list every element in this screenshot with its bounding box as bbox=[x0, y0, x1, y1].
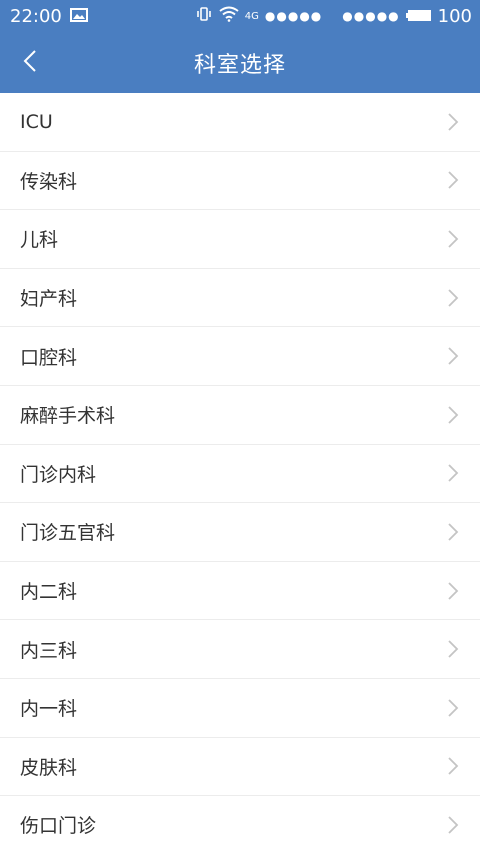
chevron-right-icon bbox=[446, 112, 460, 132]
battery-icon bbox=[405, 6, 432, 27]
department-name: ICU bbox=[20, 110, 53, 133]
list-item[interactable]: 门诊五官科 bbox=[0, 503, 480, 562]
department-name: 内三科 bbox=[20, 639, 78, 662]
department-name: 内二科 bbox=[20, 581, 78, 604]
chevron-right-icon bbox=[446, 522, 460, 542]
page-title: 科室选择 bbox=[193, 52, 286, 78]
chevron-right-icon bbox=[446, 170, 460, 190]
chevron-right-icon bbox=[446, 698, 460, 718]
list-item[interactable]: 传染科 bbox=[0, 151, 480, 211]
list-item[interactable]: 口腔科 bbox=[0, 327, 480, 386]
department-name: 妇产科 bbox=[20, 288, 78, 311]
list-item[interactable]: 内二科 bbox=[0, 561, 480, 621]
department-name: 传染科 bbox=[20, 170, 78, 193]
list-item[interactable]: 麻醉手术科 bbox=[0, 385, 480, 445]
network-type-label: 4G bbox=[244, 10, 259, 22]
list-item[interactable]: 门诊内科 bbox=[0, 444, 480, 504]
department-name: 门诊内科 bbox=[20, 463, 97, 486]
chevron-right-icon bbox=[446, 639, 460, 659]
department-list: ICU 传染科儿科妇产科口腔科麻醉手术科门诊内科门诊五官科内二科内三科内一科皮肤科… bbox=[0, 93, 480, 853]
department-name: 皮肤科 bbox=[20, 756, 78, 779]
department-name: 内一科 bbox=[20, 698, 78, 721]
list-item[interactable]: 皮肤科 bbox=[0, 737, 480, 797]
wifi-icon bbox=[219, 6, 239, 27]
app-header: 科室选择 bbox=[0, 32, 480, 93]
list-item[interactable]: 内三科 bbox=[0, 620, 480, 679]
list-item[interactable]: 内一科 bbox=[0, 678, 480, 738]
chevron-right-icon bbox=[446, 229, 460, 249]
chevron-right-icon bbox=[446, 346, 460, 366]
list-item[interactable]: 儿科 bbox=[0, 210, 480, 269]
chevron-right-icon bbox=[446, 288, 460, 308]
status-bar: 22:00 4G ●●●●● ●●●●● 100 bbox=[0, 0, 480, 32]
list-item[interactable]: 伤口门诊 bbox=[0, 796, 480, 853]
chevron-right-icon bbox=[446, 815, 460, 835]
chevron-right-icon bbox=[446, 463, 460, 483]
department-name: 儿科 bbox=[20, 229, 59, 252]
chevron-right-icon bbox=[446, 756, 460, 776]
image-notification-icon bbox=[69, 6, 88, 27]
department-name: 门诊五官科 bbox=[20, 522, 116, 545]
list-item[interactable]: ICU bbox=[0, 93, 480, 152]
chevron-right-icon bbox=[446, 405, 460, 425]
chevron-right-icon bbox=[446, 581, 460, 601]
battery-level: 100 bbox=[437, 5, 472, 27]
list-item[interactable]: 妇产科 bbox=[0, 268, 480, 328]
status-time: 22:00 bbox=[10, 5, 62, 27]
back-button[interactable] bbox=[10, 32, 50, 93]
signal-strength-1: ●●●●● bbox=[264, 9, 323, 23]
department-name: 麻醉手术科 bbox=[20, 405, 116, 428]
signal-strength-2: ●●●●● bbox=[342, 9, 400, 23]
chevron-left-icon bbox=[23, 49, 37, 77]
vibrate-icon bbox=[195, 6, 213, 27]
department-name: 伤口门诊 bbox=[20, 815, 97, 838]
department-name: 口腔科 bbox=[20, 346, 78, 369]
